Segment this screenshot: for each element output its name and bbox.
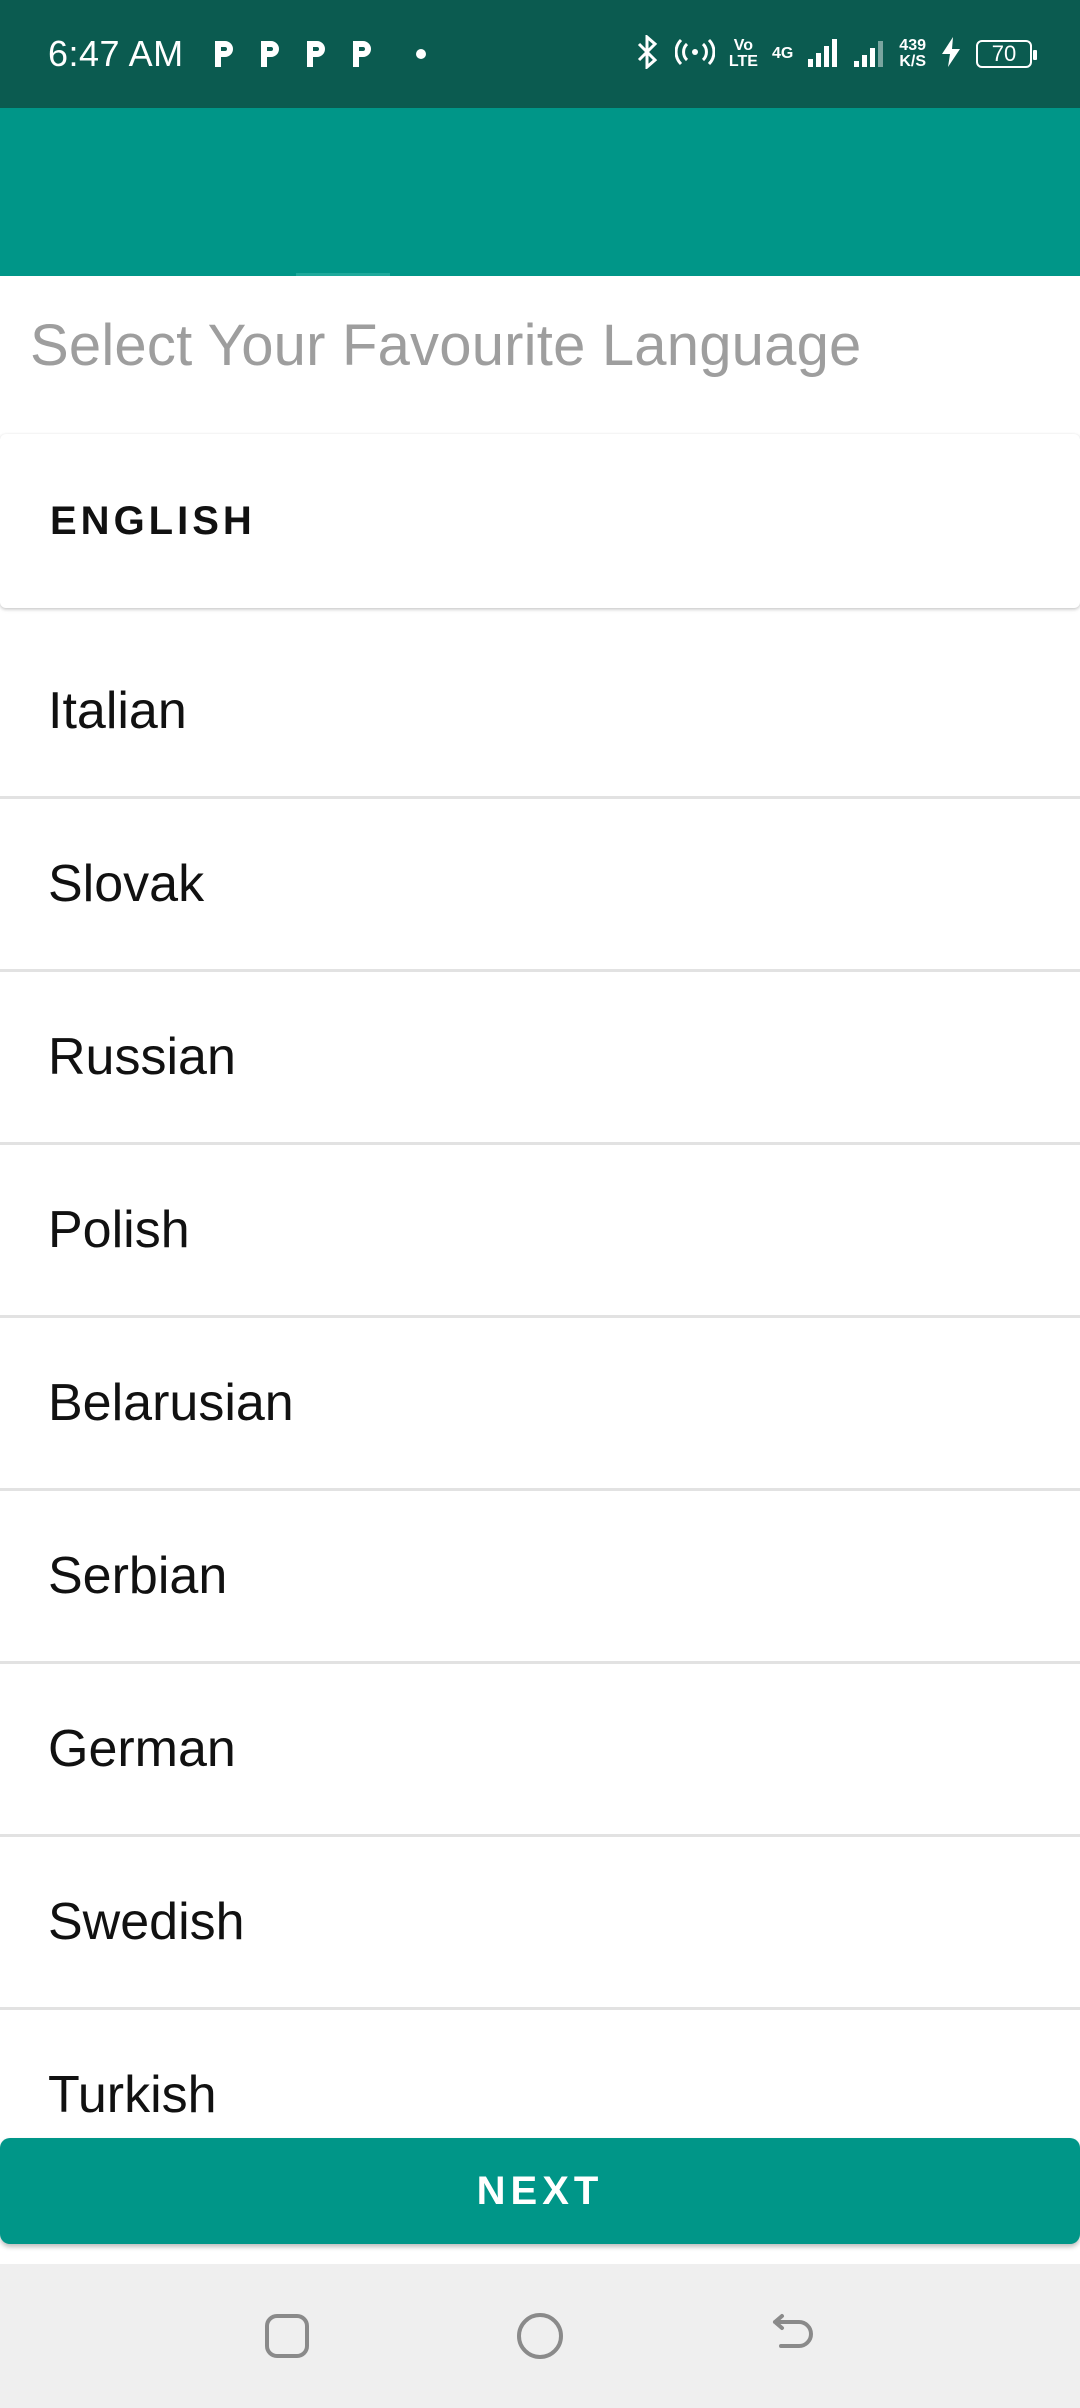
language-label: Belarusian <box>48 1374 294 1432</box>
battery-level: 70 <box>991 41 1017 66</box>
list-item-language[interactable]: Swedish <box>0 1837 1080 2010</box>
parking-icon <box>258 39 282 69</box>
next-button[interactable]: NEXT <box>0 2138 1080 2244</box>
status-time: 6:47 AM <box>48 33 184 74</box>
recents-icon[interactable] <box>257 2306 317 2366</box>
notification-icons <box>212 39 426 69</box>
status-indicators: Vo LTE 4G 439 K/S 70 <box>633 33 1037 74</box>
language-label: Serbian <box>48 1547 228 1605</box>
bluetooth-icon <box>633 33 661 74</box>
back-icon[interactable] <box>763 2306 823 2366</box>
signal-icon <box>853 37 885 72</box>
language-label: Turkish <box>48 2066 217 2124</box>
charging-icon <box>940 36 962 73</box>
language-label: German <box>48 1720 236 1778</box>
list-item-language[interactable]: Slovak <box>0 799 1080 972</box>
language-label: Italian <box>48 682 187 740</box>
more-notifications-dot-icon <box>415 49 426 59</box>
network-gen: 4G <box>772 46 793 62</box>
language-label: Russian <box>48 1028 236 1086</box>
language-label: Slovak <box>48 855 205 913</box>
hotspot-icon <box>674 37 716 72</box>
network-speed-unit: K/S <box>899 53 926 70</box>
list-item-language[interactable]: Serbian <box>0 1491 1080 1664</box>
network-gen-label: 4G <box>771 45 794 62</box>
list-item-language[interactable]: German <box>0 1664 1080 1837</box>
list-item-language[interactable]: Polish <box>0 1145 1080 1318</box>
language-list: Italian Slovak Russian Polish Belarusian… <box>0 626 1080 2183</box>
network-speed: 439 K/S <box>899 38 926 70</box>
parking-icon <box>350 39 374 69</box>
volte-indicator: Vo LTE <box>729 38 758 70</box>
parking-icon <box>212 39 236 69</box>
selected-language-label: ENGLISH <box>50 498 256 543</box>
list-item-language[interactable]: Russian <box>0 972 1080 1145</box>
page-title: Select Your Favourite Language <box>30 313 862 378</box>
signal-icon <box>807 37 839 72</box>
language-label: Polish <box>48 1201 190 1259</box>
language-label: Swedish <box>48 1893 245 1951</box>
list-item-language[interactable]: Italian <box>0 626 1080 799</box>
volte-bottom: LTE <box>728 53 758 70</box>
app-bar-indicator <box>296 273 390 276</box>
battery-icon: 70 <box>976 40 1037 68</box>
list-item-language[interactable]: Belarusian <box>0 1318 1080 1491</box>
volte-top: Vo <box>733 37 754 54</box>
home-icon[interactable] <box>510 2306 570 2366</box>
network-speed-value: 439 <box>899 37 926 54</box>
app-bar <box>0 108 1080 276</box>
system-nav-bar <box>0 2264 1080 2408</box>
parking-icon <box>304 39 328 69</box>
status-bar: 6:47 AM Vo LTE 4G 439 K/S 70 <box>0 0 1080 108</box>
selected-language-card[interactable]: ENGLISH <box>0 434 1080 608</box>
